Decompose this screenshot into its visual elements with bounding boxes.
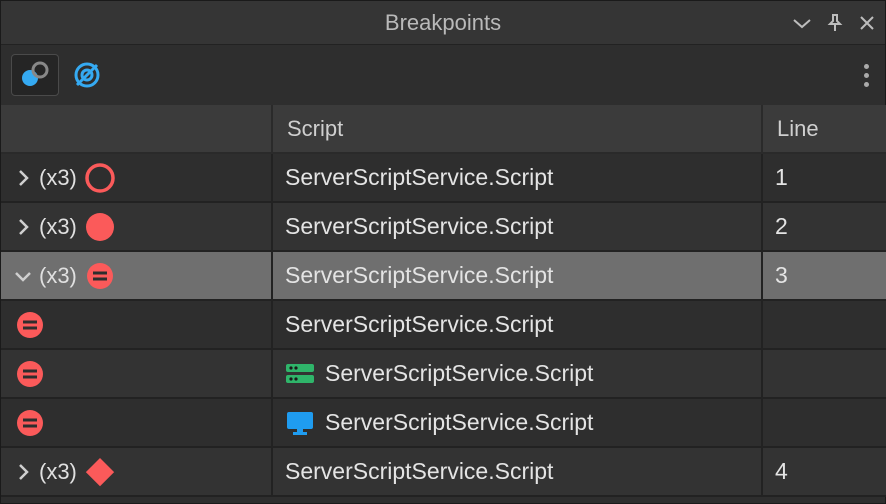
server-icon bbox=[285, 362, 315, 386]
client-icon bbox=[285, 411, 315, 435]
panel-title: Breakpoints bbox=[385, 10, 501, 36]
panel-window-controls bbox=[793, 1, 875, 44]
row-script-cell[interactable]: ServerScriptService.Script bbox=[273, 448, 763, 497]
row-script-cell[interactable]: ServerScriptService.Script bbox=[273, 350, 763, 399]
row-line-cell: 3 bbox=[763, 252, 886, 301]
row-line-number: 1 bbox=[775, 164, 788, 191]
row-expand-cell[interactable] bbox=[1, 301, 273, 350]
row-line-number: 2 bbox=[775, 213, 788, 240]
row-count: (x3) bbox=[39, 263, 77, 289]
row-line-number: 3 bbox=[775, 262, 788, 289]
breakpoint-icon[interactable] bbox=[83, 455, 117, 489]
column-header-script[interactable]: Script bbox=[273, 105, 763, 154]
row-script-path: ServerScriptService.Script bbox=[285, 213, 553, 240]
table-row[interactable]: (x3) ServerScriptService.Script 2 bbox=[1, 203, 885, 252]
row-script-cell[interactable]: ServerScriptService.Script bbox=[273, 399, 763, 448]
filter-my-breakpoints-button[interactable] bbox=[11, 54, 59, 96]
chevron-down-icon[interactable] bbox=[13, 269, 33, 283]
breakpoints-table: Script Line (x3) ServerScriptService.Scri… bbox=[1, 105, 885, 497]
row-line-cell: 1 bbox=[763, 154, 886, 203]
column-header-expand[interactable] bbox=[1, 105, 273, 154]
row-expand-cell[interactable] bbox=[1, 399, 273, 448]
table-row[interactable]: (x3) ServerScriptService.Script 4 bbox=[1, 448, 885, 497]
row-script-path: ServerScriptService.Script bbox=[285, 458, 553, 485]
row-script-cell[interactable]: ServerScriptService.Script bbox=[273, 203, 763, 252]
row-script-path: ServerScriptService.Script bbox=[285, 262, 553, 289]
breakpoint-icon[interactable] bbox=[13, 406, 47, 440]
row-script-cell[interactable]: ServerScriptService.Script bbox=[273, 252, 763, 301]
row-script-path: ServerScriptService.Script bbox=[285, 164, 553, 191]
row-script-cell[interactable]: ServerScriptService.Script bbox=[273, 154, 763, 203]
more-vertical-icon bbox=[864, 64, 869, 87]
table-row[interactable]: ServerScriptService.Script bbox=[1, 350, 885, 399]
row-line-number: 4 bbox=[775, 458, 788, 485]
pin-icon[interactable] bbox=[827, 14, 843, 32]
chevron-right-icon[interactable] bbox=[13, 218, 33, 236]
row-script-path: ServerScriptService.Script bbox=[325, 360, 593, 387]
breakpoint-icon[interactable] bbox=[13, 308, 47, 342]
row-line-cell bbox=[763, 399, 886, 448]
row-count: (x3) bbox=[39, 165, 77, 191]
row-expand-cell[interactable]: (x3) bbox=[1, 154, 273, 203]
table-row[interactable]: ServerScriptService.Script bbox=[1, 301, 885, 350]
chevron-right-icon[interactable] bbox=[13, 169, 33, 187]
chevron-right-icon[interactable] bbox=[13, 463, 33, 481]
row-line-cell bbox=[763, 350, 886, 399]
panel-toolbar bbox=[1, 45, 885, 105]
row-line-cell: 2 bbox=[763, 203, 886, 252]
breakpoint-icon[interactable] bbox=[83, 161, 117, 195]
table-row[interactable]: (x3) ServerScriptService.Script 1 bbox=[1, 154, 885, 203]
toolbar-more-button[interactable] bbox=[864, 45, 869, 105]
breakpoint-icon[interactable] bbox=[83, 210, 117, 244]
table-header-row: Script Line bbox=[1, 105, 885, 154]
row-count: (x3) bbox=[39, 459, 77, 485]
panel-titlebar: Breakpoints bbox=[1, 1, 885, 45]
column-header-line[interactable]: Line bbox=[763, 105, 886, 154]
table-row[interactable]: (x3) ServerScriptService.Script 3 bbox=[1, 252, 885, 301]
row-script-cell[interactable]: ServerScriptService.Script bbox=[273, 301, 763, 350]
row-expand-cell[interactable]: (x3) bbox=[1, 448, 273, 497]
row-expand-cell[interactable]: (x3) bbox=[1, 203, 273, 252]
close-icon[interactable] bbox=[859, 15, 875, 31]
row-expand-cell[interactable] bbox=[1, 350, 273, 399]
row-line-cell: 4 bbox=[763, 448, 886, 497]
filter-all-breakpoints-button[interactable] bbox=[63, 54, 111, 96]
table-row[interactable]: ServerScriptService.Script bbox=[1, 399, 885, 448]
breakpoint-icon[interactable] bbox=[83, 259, 117, 293]
collapse-icon[interactable] bbox=[793, 17, 811, 29]
breakpoint-icon[interactable] bbox=[13, 357, 47, 391]
row-script-path: ServerScriptService.Script bbox=[325, 409, 593, 436]
row-count: (x3) bbox=[39, 214, 77, 240]
row-expand-cell[interactable]: (x3) bbox=[1, 252, 273, 301]
row-script-path: ServerScriptService.Script bbox=[285, 311, 553, 338]
row-line-cell bbox=[763, 301, 886, 350]
